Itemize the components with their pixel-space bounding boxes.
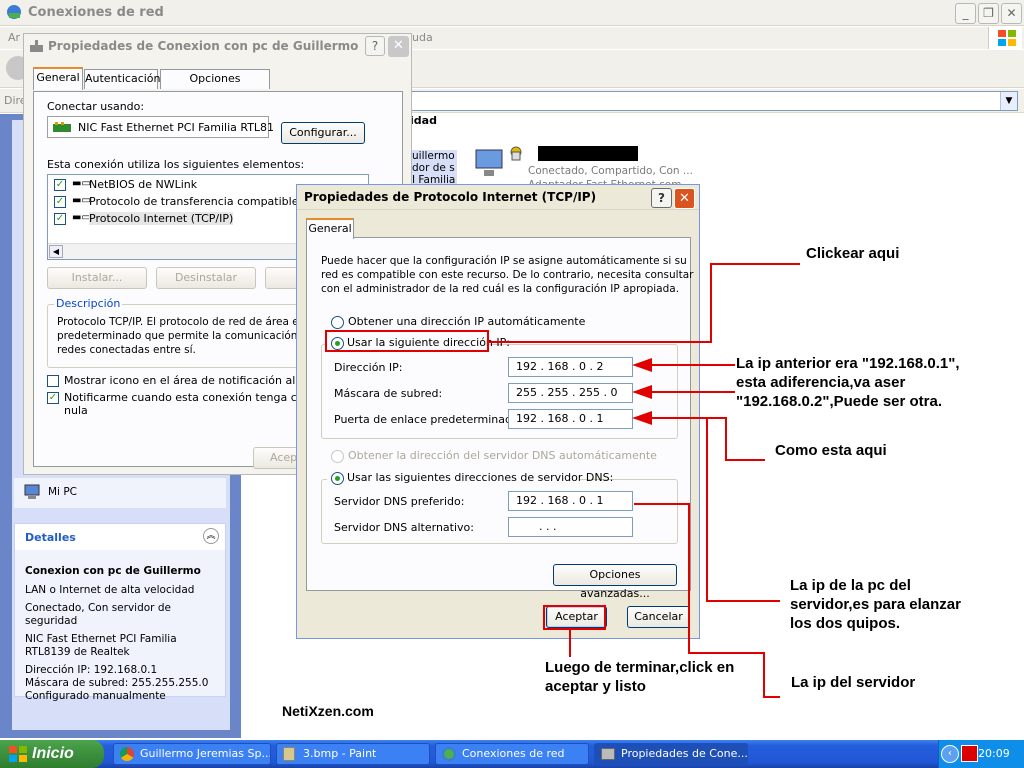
watermark: NetiXzen.com: [282, 703, 374, 719]
windows-flag-icon: [9, 746, 27, 762]
tab-general[interactable]: General: [306, 218, 354, 239]
annotation-line: Luego de terminar,click en: [545, 659, 735, 676]
task-paint[interactable]: 3.bmp - Paint: [276, 743, 430, 765]
arrowhead: [632, 385, 652, 399]
task-label: Guillermo Jeremias Sp...: [140, 747, 271, 760]
annotation-line: los dos quipos.: [790, 615, 901, 632]
annotation-line: esta adiferencia,va aser: [736, 374, 906, 391]
annotation-click-here: Clickear aqui: [806, 245, 900, 262]
annotation-line: servidor,es para elanzar: [790, 596, 961, 613]
task-label: 3.bmp - Paint: [303, 747, 377, 760]
chevron-left-icon[interactable]: ‹: [941, 745, 959, 763]
tab-general[interactable]: General: [33, 67, 83, 90]
task-browser[interactable]: Guillermo Jeremias Sp...: [113, 743, 271, 765]
task-properties[interactable]: Propiedades de Cone...: [594, 743, 748, 765]
task-network[interactable]: Conexiones de red: [435, 743, 589, 765]
annotation-line: "192.168.0.2",Puede ser otra.: [736, 393, 943, 410]
start-button[interactable]: Inicio: [0, 740, 104, 768]
arrow-line-click-here: [489, 263, 800, 343]
annotation-server: La ip del servidor: [791, 674, 916, 691]
arrowhead: [632, 411, 652, 425]
clock: 20:09: [978, 747, 1010, 760]
annotation-line: La ip de la pc del: [790, 577, 911, 594]
network-connections-icon: [442, 747, 456, 761]
annotation-line: aceptar y listo: [545, 678, 646, 695]
annotation-same-here: Como esta aqui: [775, 442, 887, 459]
annotation-line: La ip anterior era "192.168.0.1",: [736, 355, 960, 372]
network-icon: [601, 748, 615, 760]
security-alert-icon[interactable]: [961, 745, 978, 762]
annotation-server-ip: La ip de la pc del servidor,es para elan…: [790, 576, 961, 633]
arrowhead: [632, 358, 652, 372]
annotation-finish: Luego de terminar,click en aceptar y lis…: [545, 658, 734, 696]
paint-icon: [283, 747, 295, 761]
task-label: Propiedades de Cone...: [621, 747, 748, 760]
chrome-icon: [120, 747, 134, 761]
task-label: Conexiones de red: [462, 747, 565, 760]
arrow-line-server-pc: [706, 418, 780, 602]
annotation-previous-ip: La ip anterior era "192.168.0.1", esta a…: [736, 354, 960, 411]
start-label: Inicio: [32, 745, 74, 762]
